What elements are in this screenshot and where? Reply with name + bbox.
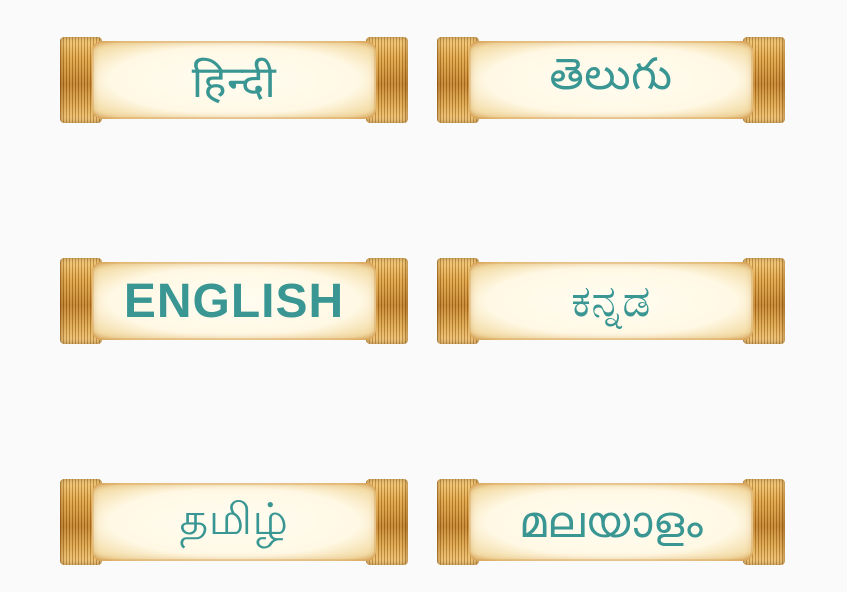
language-label-hindi: हिन्दी <box>191 57 277 108</box>
language-button-kannada[interactable]: ಕನ್ನಡ <box>437 258 785 344</box>
language-button-english[interactable]: ENGLISH <box>60 258 408 344</box>
language-label-english: ENGLISH <box>123 274 345 328</box>
language-label-malayalam: മലയാളം <box>518 496 704 548</box>
language-selection-grid: हिन्दी తెలుగు ENGLISH ಕನ್ನಡ தமிழ் മലയാളം <box>0 0 847 592</box>
language-label-tamil: தமிழ் <box>179 493 289 545</box>
language-button-hindi[interactable]: हिन्दी <box>60 37 408 123</box>
language-label-telugu: తెలుగు <box>549 49 673 100</box>
language-button-telugu[interactable]: తెలుగు <box>437 37 785 123</box>
language-label-kannada: ಕನ್ನಡ <box>571 275 651 327</box>
language-button-tamil[interactable]: தமிழ் <box>60 479 408 565</box>
language-button-malayalam[interactable]: മലയാളം <box>437 479 785 565</box>
